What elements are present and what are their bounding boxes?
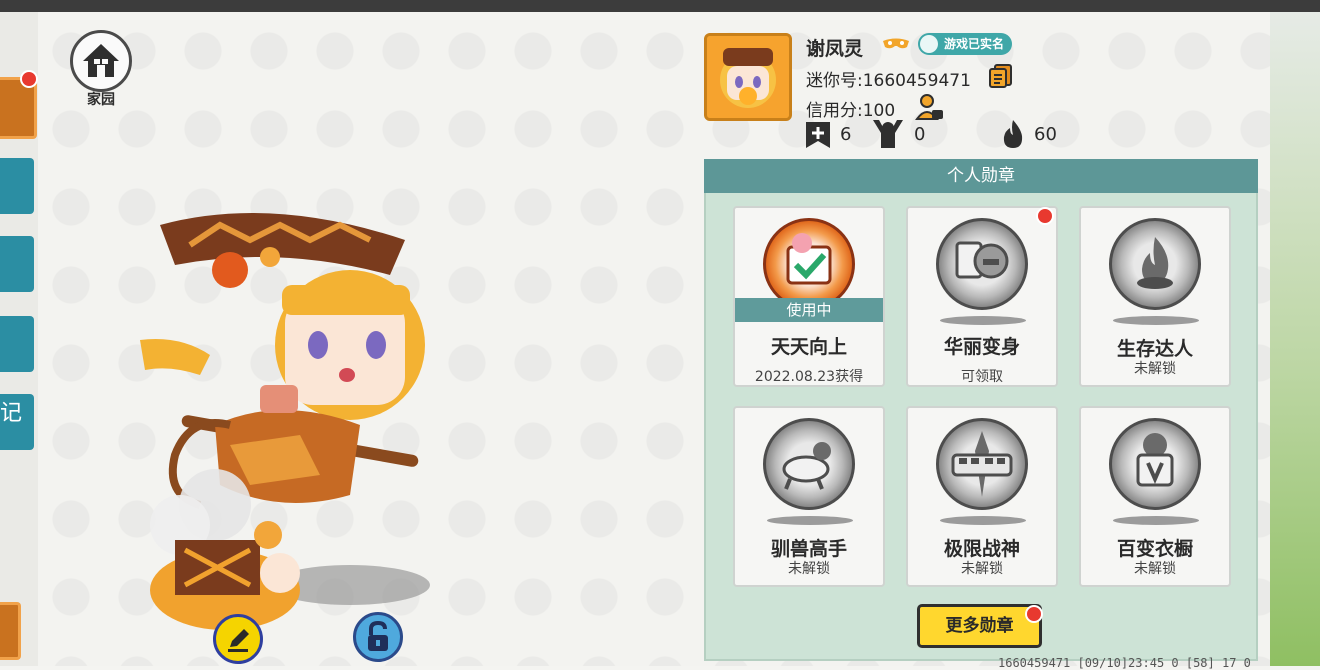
transform-badge-icon: [936, 218, 1028, 310]
copy-icon[interactable]: [988, 63, 1014, 89]
badge-status: 未解锁: [1134, 361, 1176, 377]
medal-shadow: [940, 516, 1026, 525]
mini-id: 迷你号:1660459471: [806, 71, 971, 91]
top-bar: [0, 0, 1320, 12]
wardrobe-badge-icon: [1109, 418, 1201, 510]
more-badges-button[interactable]: 更多勋章: [917, 604, 1042, 648]
badge-status: 未解锁: [961, 561, 1003, 577]
medal-shadow: [1113, 516, 1199, 525]
medal-shadow: [767, 516, 853, 525]
plus-count: 6: [840, 124, 852, 145]
verified-badge: 游戏已实名: [918, 33, 1013, 55]
player-character: [140, 213, 430, 630]
badge-name: 百变衣橱: [1116, 538, 1193, 560]
badge-card-tiantian[interactable]: 使用中 天天向上 2022.08.23获得: [733, 206, 885, 387]
badge-name: 华丽变身: [943, 336, 1020, 358]
badges-title: 个人勋章: [704, 159, 1258, 193]
medal-shadow: [1113, 316, 1199, 325]
badge-status: 未解锁: [1134, 561, 1176, 577]
home-label: 家园: [87, 92, 115, 108]
badge-name: 驯兽高手: [770, 538, 847, 560]
avatar-portrait: [707, 36, 789, 118]
left-tab-4[interactable]: [0, 316, 34, 372]
left-tab-5-label: 记: [0, 401, 23, 426]
left-tab-2[interactable]: [0, 158, 34, 214]
badge-card-huali[interactable]: 华丽变身 可领取: [906, 206, 1058, 387]
user-check-icon: [920, 35, 938, 53]
cheer-count: 0: [914, 124, 926, 145]
badge-name: 生存达人: [1116, 338, 1193, 360]
badge-status: 可领取: [961, 369, 1003, 385]
fire-icon: [1003, 120, 1023, 148]
add-friend-icon: [806, 122, 830, 148]
medal-shadow: [940, 316, 1026, 325]
badge-status: 未解锁: [788, 561, 830, 577]
badge-card-baibian[interactable]: 百变衣橱 未解锁: [1079, 406, 1231, 587]
credit-user-icon[interactable]: [915, 93, 945, 121]
left-tab-6[interactable]: [0, 602, 21, 660]
more-badges-dot: [1025, 605, 1043, 623]
pencil-icon: [228, 629, 249, 652]
lock-button[interactable]: [353, 612, 403, 662]
badge-status: 2022.08.23获得: [754, 369, 864, 385]
boss-badge-icon: [936, 418, 1028, 510]
credit-score: 信用分:100: [806, 101, 896, 121]
player-avatar[interactable]: [704, 33, 792, 121]
verified-label: 游戏已实名: [944, 37, 1005, 51]
mask-icon: [883, 38, 909, 49]
in-use-tag: 使用中: [735, 298, 883, 322]
player-name: 谢凤灵: [806, 38, 864, 60]
scene-edge: [1270, 12, 1320, 666]
debug-info: 1660459471 [09/10]23:45 0 [58] 17 0: [998, 656, 1251, 670]
campfire-badge-icon: [1109, 218, 1201, 310]
badge-name: 极限战神: [943, 538, 1020, 560]
badge-card-xunshou[interactable]: 驯兽高手 未解锁: [733, 406, 885, 587]
cheer-icon: [873, 120, 903, 148]
calendar-badge-icon: [763, 218, 855, 310]
badge-card-shengcun[interactable]: 生存达人 未解锁: [1079, 206, 1231, 387]
notification-dot: [20, 70, 38, 88]
home-button[interactable]: [70, 30, 132, 92]
unlock-icon: [368, 620, 388, 651]
fire-count: 60: [1034, 124, 1057, 145]
left-tab-3[interactable]: [0, 236, 34, 292]
badge-claim-dot: [1036, 207, 1054, 225]
house-icon: [83, 44, 119, 77]
badge-name: 天天向上: [770, 336, 847, 358]
beast-tamer-badge-icon: [763, 418, 855, 510]
edit-button[interactable]: [213, 614, 263, 664]
badge-card-jixian[interactable]: 极限战神 未解锁: [906, 406, 1058, 587]
